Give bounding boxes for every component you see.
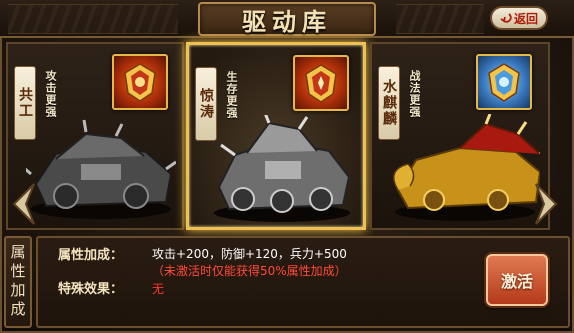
dragon-ornament-right bbox=[396, 4, 484, 34]
back-button-label: 返回 bbox=[513, 11, 538, 26]
special-effect-value: 无 bbox=[152, 282, 165, 296]
vehicle-card-jingtao[interactable]: 惊涛 生存更强 bbox=[186, 42, 366, 230]
war-chariot-dark-icon bbox=[26, 119, 176, 219]
back-button[interactable]: 返回 bbox=[490, 6, 548, 30]
crest-icon bbox=[476, 54, 532, 110]
attribute-bonus-label: 属性加成： bbox=[58, 248, 124, 263]
header-bar: 驱动库 返回 bbox=[0, 0, 574, 38]
dragon-ornament-left bbox=[8, 4, 178, 34]
war-chariot-steel-icon bbox=[214, 115, 351, 222]
attribute-tab[interactable]: 属性加成 bbox=[4, 236, 32, 328]
vehicle-card-shuiqilin[interactable]: 水麒麟 战法更强 bbox=[370, 42, 550, 230]
title-plate: 驱动库 bbox=[198, 2, 376, 36]
next-arrow-button[interactable] bbox=[526, 180, 566, 228]
activate-button[interactable]: 激活 bbox=[486, 254, 548, 306]
back-arrow-icon bbox=[500, 13, 512, 23]
attribute-bonus-note: （未激活时仅能获得50%属性加成） bbox=[152, 264, 347, 278]
attribute-bonus-value: 攻击+200，防御+120，兵力+500 bbox=[152, 247, 347, 261]
dragon-chariot-gold-icon bbox=[393, 114, 540, 221]
page-title: 驱动库 bbox=[242, 6, 332, 36]
prev-arrow-button[interactable] bbox=[4, 180, 44, 228]
chevron-left-icon bbox=[12, 183, 35, 225]
crest-icon bbox=[293, 55, 349, 111]
special-effect-label: 特殊效果： bbox=[58, 282, 124, 297]
chevron-right-icon bbox=[535, 183, 558, 225]
crest-icon bbox=[112, 54, 168, 110]
